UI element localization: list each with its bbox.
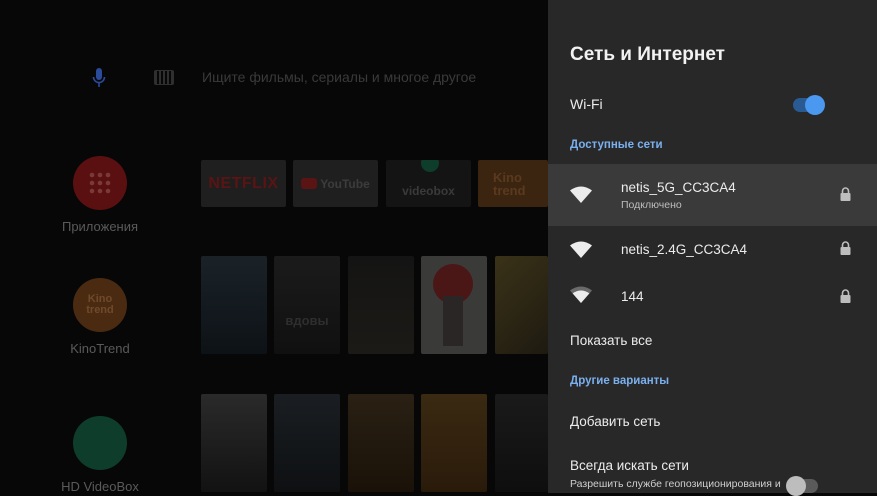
movie-poster[interactable] [201, 394, 267, 492]
search-bar[interactable]: Ищите фильмы, сериалы и многое другое [88, 62, 476, 94]
network-item-netis-5g[interactable]: netis_5G_CC3CA4 Подключено [548, 164, 877, 226]
kinotrend-logo: Kino trend [73, 278, 127, 332]
network-name: netis_5G_CC3CA4 [621, 180, 736, 195]
panel-title: Сеть и Интернет [570, 44, 725, 65]
videobox-tile[interactable]: videobox [386, 160, 471, 207]
wifi-label[interactable]: Wi-Fi [570, 96, 603, 112]
app-label: HD VideoBox [61, 479, 139, 494]
toggle-knob [805, 95, 825, 115]
movie-poster[interactable] [421, 256, 487, 354]
movie-poster[interactable] [201, 256, 267, 354]
keyboard-icon[interactable] [154, 70, 174, 85]
movie-poster[interactable] [348, 394, 414, 492]
netflix-tile[interactable]: NETFLIX [201, 160, 286, 207]
movie-poster[interactable] [421, 394, 487, 492]
lock-icon [840, 241, 851, 255]
wifi-signal-icon [570, 186, 592, 203]
movie-poster[interactable] [274, 394, 340, 492]
youtube-tile[interactable]: YouTube [293, 160, 378, 207]
movie-poster[interactable] [495, 394, 548, 492]
available-networks-header: Доступные сети [570, 139, 663, 151]
network-name: 144 [621, 289, 644, 304]
apps-grid-icon [73, 156, 127, 210]
network-settings-panel: Сеть и Интернет Wi-Fi Доступные сети net… [548, 0, 877, 496]
other-options-header: Другие варианты [570, 375, 670, 387]
movie-poster[interactable] [495, 256, 548, 354]
always-scan-toggle[interactable] [786, 476, 818, 496]
wifi-signal-icon [570, 286, 592, 303]
search-input[interactable]: Ищите фильмы, сериалы и многое другое [202, 69, 476, 85]
network-item-144[interactable]: 144 [548, 272, 877, 318]
always-scan-label[interactable]: Всегда искать сети [570, 458, 689, 473]
movie-poster[interactable]: вдовы [274, 256, 340, 354]
movie-poster[interactable] [348, 256, 414, 354]
hdvideobox-logo [73, 416, 127, 470]
videobox-icon [421, 160, 439, 172]
network-status: Подключено [621, 199, 682, 211]
youtube-play-icon [301, 178, 318, 189]
network-item-netis-2g[interactable]: netis_2.4G_CC3CA4 [548, 226, 877, 272]
wifi-toggle[interactable] [793, 95, 825, 115]
always-scan-description: Разрешить службе геопозиционирования и [570, 478, 781, 490]
lock-icon [840, 289, 851, 303]
add-network-button[interactable]: Добавить сеть [570, 414, 660, 429]
app-label: Приложения [61, 219, 139, 234]
lock-icon [840, 187, 851, 201]
hdvideobox-shortcut[interactable]: HD VideoBox [58, 416, 142, 494]
microphone-icon[interactable] [88, 63, 110, 93]
kinotrend-tile[interactable]: Kino trend [478, 160, 548, 207]
kinotrend-shortcut[interactable]: Kino trend KinoTrend [58, 278, 142, 356]
toggle-knob [786, 476, 806, 496]
apps-shortcut[interactable]: Приложения [58, 156, 142, 234]
app-label: KinoTrend [70, 341, 130, 356]
network-name: netis_2.4G_CC3CA4 [621, 242, 748, 257]
wifi-signal-icon [570, 241, 592, 258]
show-all-button[interactable]: Показать все [570, 333, 652, 348]
